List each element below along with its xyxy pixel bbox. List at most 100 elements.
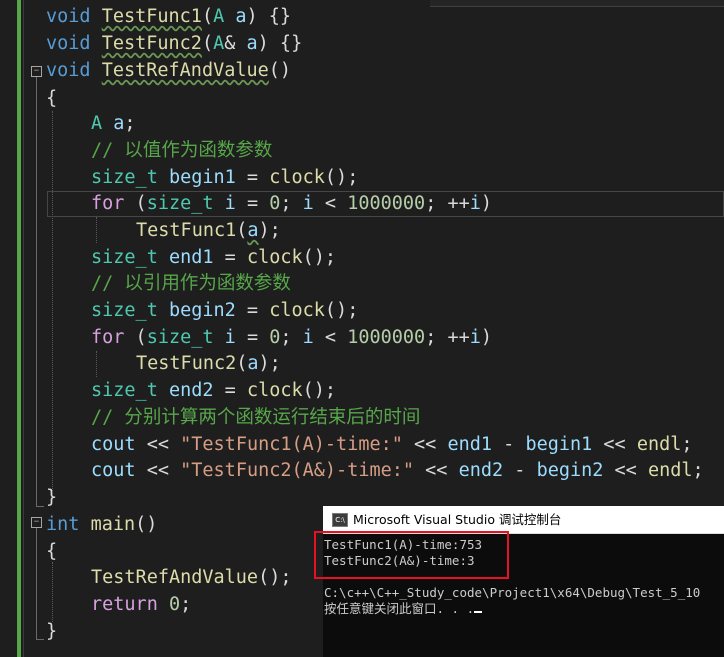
code-token: = — [213, 380, 247, 401]
code-token: A — [213, 33, 225, 54]
code-line-end2[interactable]: size_t end2 = clock(); — [91, 378, 336, 404]
code-token: (); — [302, 247, 337, 268]
code-token: () — [268, 60, 292, 81]
code-line-cout2[interactable]: cout << "TestFunc2(A&)-time:" << end2 - … — [91, 458, 704, 484]
code-token: i — [469, 327, 481, 348]
code-line-close1[interactable]: } — [46, 485, 57, 511]
code-token: ( — [201, 33, 214, 54]
code-line-open2[interactable]: { — [46, 539, 57, 565]
code-token: = — [235, 327, 270, 348]
code-line-decl1[interactable]: void TestFunc1(A a) {} — [46, 4, 291, 30]
code-line-close2[interactable]: } — [46, 619, 57, 645]
code-line-decl2[interactable]: void TestFunc2(A& a) {} — [46, 31, 302, 57]
console-path-line: C:\c++\C++_Study_code\Project1\x64\Debug… — [324, 585, 701, 600]
collapse-icon[interactable]: − — [31, 66, 42, 77]
code-token: end2 — [168, 380, 214, 401]
code-token: ( — [201, 6, 214, 27]
change-tracking-bar — [17, 0, 21, 657]
code-token: TestRefAndValue — [91, 567, 259, 588]
code-token: TestFunc2 — [101, 33, 202, 54]
code-line-begin2[interactable]: size_t begin2 = clock(); — [91, 298, 358, 324]
code-token: < — [313, 327, 348, 348]
code-token: ) {} — [257, 33, 303, 54]
code-token: << — [135, 434, 181, 455]
code-line-def[interactable]: void TestRefAndValue() — [46, 58, 291, 84]
debug-console-window[interactable]: C:\ Microsoft Visual Studio 调试控制台 TestFu… — [323, 506, 724, 657]
code-token: ; — [180, 594, 192, 615]
code-token: endl — [636, 434, 682, 455]
code-token: // 以引用作为函数参数 — [91, 273, 291, 294]
code-token: ) {} — [246, 6, 292, 27]
code-token: << — [402, 434, 448, 455]
code-token: size_t — [91, 380, 158, 401]
code-token: ( — [124, 193, 147, 214]
code-line-comment1[interactable]: // 以值作为函数参数 — [91, 138, 272, 164]
console-title: Microsoft Visual Studio 调试控制台 — [353, 512, 562, 527]
code-line-call2[interactable]: TestFunc2(a); — [136, 351, 281, 377]
code-token: size_t — [91, 167, 158, 188]
code-line-return[interactable]: return 0; — [91, 592, 191, 618]
code-token: begin1 — [168, 167, 236, 188]
code-token: // 以值作为函数参数 — [91, 140, 273, 161]
code-line-end1[interactable]: size_t end1 = clock(); — [91, 245, 336, 271]
code-line-call1[interactable]: TestFunc1(a); — [136, 218, 281, 244]
code-token: 1000000 — [347, 193, 426, 214]
code-token: ) — [480, 327, 493, 348]
code-line-main[interactable]: int main() — [46, 512, 157, 538]
code-token: } — [46, 487, 58, 508]
code-token: cout — [91, 434, 136, 455]
collapse-icon[interactable]: − — [31, 517, 42, 528]
code-token: - — [503, 460, 537, 481]
code-token: (); — [258, 567, 292, 588]
code-line-for1[interactable]: for (size_t i = 0; i < 1000000; ++i) — [91, 191, 492, 217]
code-token: ( — [124, 327, 147, 348]
code-token: begin1 — [525, 434, 593, 455]
console-title-bar[interactable]: C:\ Microsoft Visual Studio 调试控制台 — [323, 506, 724, 534]
code-token: return — [91, 594, 158, 615]
code-token: ; — [280, 193, 303, 214]
code-token: for — [91, 327, 125, 348]
indent-guide — [52, 111, 53, 491]
code-line-call-ref[interactable]: TestRefAndValue(); — [91, 565, 292, 591]
code-token: size_t — [91, 247, 158, 268]
code-token: i — [302, 193, 314, 214]
code-line-cout1[interactable]: cout << "TestFunc1(A)-time:" << end1 - b… — [91, 432, 693, 458]
code-token: ; — [280, 327, 303, 348]
code-token: ( — [236, 353, 248, 374]
code-token: a — [113, 113, 125, 134]
code-token: a — [246, 33, 258, 54]
code-token: "TestFunc2(A&)-time:" — [180, 460, 415, 481]
code-token: i — [302, 327, 314, 348]
indent-guide — [96, 351, 97, 377]
outline-end — [36, 506, 44, 507]
code-token: ); — [258, 220, 281, 241]
console-prompt-line: 按任意键关闭此窗口. . . — [324, 600, 483, 617]
code-token: { — [46, 88, 58, 109]
indent-guide — [52, 562, 53, 622]
code-token: size_t — [146, 327, 214, 348]
code-token: (); — [324, 300, 359, 321]
code-token: = — [213, 247, 247, 268]
code-line-open1[interactable]: { — [46, 86, 57, 112]
code-token: a — [235, 6, 247, 27]
code-line-comment3[interactable]: // 分别计算两个函数运行结束后的时间 — [91, 405, 420, 431]
code-token: = — [235, 300, 270, 321]
code-token: endl — [647, 460, 693, 481]
code-token: A — [91, 113, 103, 134]
code-token: cout — [91, 460, 136, 481]
code-line-begin1[interactable]: size_t begin1 = clock(); — [91, 165, 358, 191]
code-token: i — [224, 327, 236, 348]
code-line-for2[interactable]: for (size_t i = 0; i < 1000000; ++i) — [91, 325, 492, 351]
code-token: clock — [246, 380, 303, 401]
code-token: ; — [692, 460, 704, 481]
code-token: TestFunc2 — [136, 353, 237, 374]
code-line-decl-a[interactable]: A a; — [91, 111, 136, 137]
code-line-comment2[interactable]: // 以引用作为函数参数 — [91, 271, 291, 297]
